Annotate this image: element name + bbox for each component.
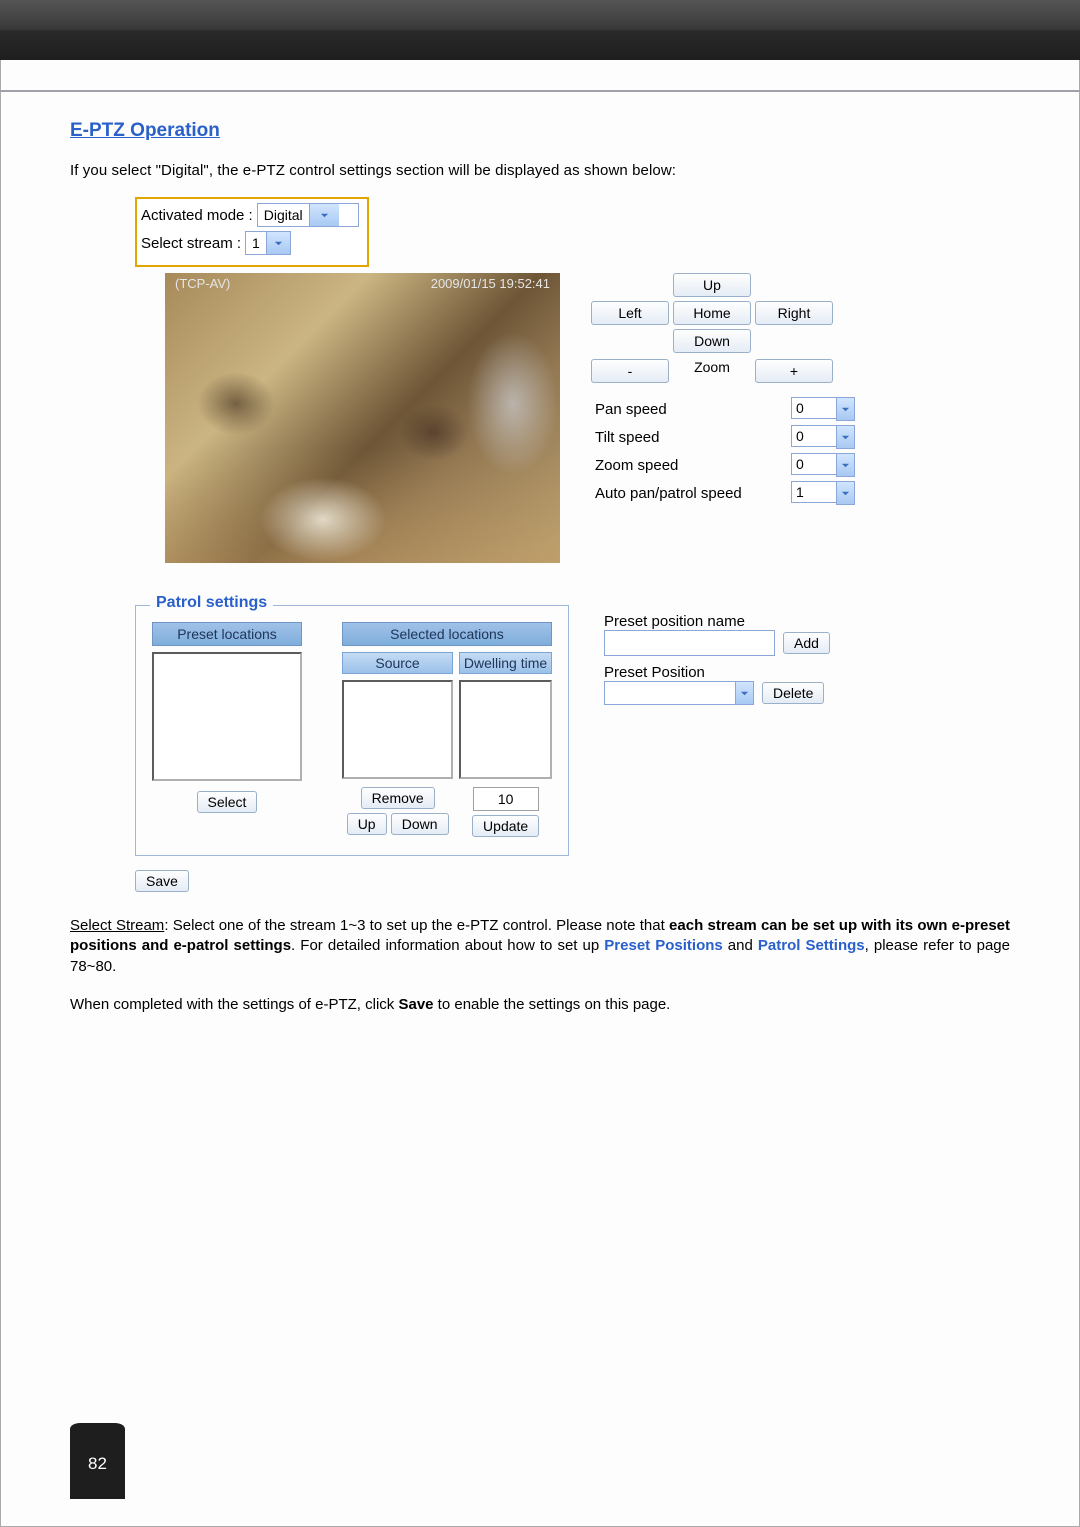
activated-mode-value: Digital [258,207,309,223]
select-button[interactable]: Select [197,791,258,813]
ptz-home-button[interactable]: Home [673,301,751,325]
pan-speed-label: Pan speed [595,401,667,418]
select-stream-select[interactable]: 1 [245,231,291,255]
body-paragraph-1: Select Stream: Select one of the stream … [70,916,1010,977]
zoom-label: Zoom [694,359,730,383]
preset-position-select[interactable] [604,681,754,705]
ptz-right-button[interactable]: Right [755,301,833,325]
intro-text: If you select "Digital", the e-PTZ contr… [70,162,1010,179]
preset-position-label: Preset Position [604,664,855,681]
ptz-left-button[interactable]: Left [591,301,669,325]
preset-locations-header: Preset locations [152,622,302,646]
select-stream-label: Select stream : [141,235,241,252]
source-header: Source [342,652,453,674]
tilt-speed-label: Tilt speed [595,429,659,446]
zoom-speed-value[interactable] [791,453,836,475]
patrol-legend: Patrol settings [150,594,273,612]
chevron-down-icon [836,397,855,421]
mode-highlight-box: Activated mode : Digital Select stream :… [135,197,369,267]
dwelling-list[interactable] [459,680,552,779]
section-heading: E-PTZ Operation [70,120,1010,142]
tilt-speed-value[interactable] [791,425,836,447]
add-button[interactable]: Add [783,632,830,654]
save-button[interactable]: Save [135,870,189,892]
zoom-speed-label: Zoom speed [595,457,678,474]
auto-speed-value[interactable] [791,481,836,503]
body-paragraph-2: When completed with the settings of e-PT… [70,995,1010,1015]
ptz-down-button[interactable]: Down [673,329,751,353]
remove-button[interactable]: Remove [361,787,435,809]
video-preview: (TCP-AV) 2009/01/15 19:52:41 [165,273,560,563]
auto-speed-select[interactable] [791,481,855,505]
chevron-down-icon [735,682,753,704]
zoom-out-button[interactable]: - [591,359,669,383]
ptz-up-button[interactable]: Up [673,273,751,297]
preset-locations-list[interactable] [152,652,302,781]
video-overlay-timestamp: 2009/01/15 19:52:41 [431,276,550,291]
video-overlay-protocol: (TCP-AV) [175,276,230,291]
chevron-down-icon [309,204,339,226]
select-stream-value: 1 [246,235,266,251]
pan-speed-value[interactable] [791,397,836,419]
move-up-button[interactable]: Up [347,813,387,835]
chevron-down-icon [836,453,855,477]
chevron-down-icon [836,425,855,449]
pan-speed-select[interactable] [791,397,855,421]
preset-name-input[interactable] [604,630,775,656]
activated-mode-label: Activated mode : [141,207,253,224]
dwelling-time-input[interactable] [473,787,539,811]
page-number: 82 [70,1429,125,1499]
delete-button[interactable]: Delete [762,682,824,704]
preset-name-label: Preset position name [604,613,855,630]
auto-speed-label: Auto pan/patrol speed [595,485,742,502]
zoom-speed-select[interactable] [791,453,855,477]
chevron-down-icon [836,481,855,505]
patrol-settings-fieldset: Patrol settings Preset locations Select … [135,605,569,856]
selected-locations-header: Selected locations [342,622,552,646]
tilt-speed-select[interactable] [791,425,855,449]
activated-mode-select[interactable]: Digital [257,203,359,227]
chevron-down-icon [266,232,290,254]
move-down-button[interactable]: Down [391,813,449,835]
zoom-in-button[interactable]: + [755,359,833,383]
update-button[interactable]: Update [472,815,539,837]
header-bar [0,0,1080,60]
dwelling-time-header: Dwelling time [459,652,552,674]
source-list[interactable] [342,680,453,779]
